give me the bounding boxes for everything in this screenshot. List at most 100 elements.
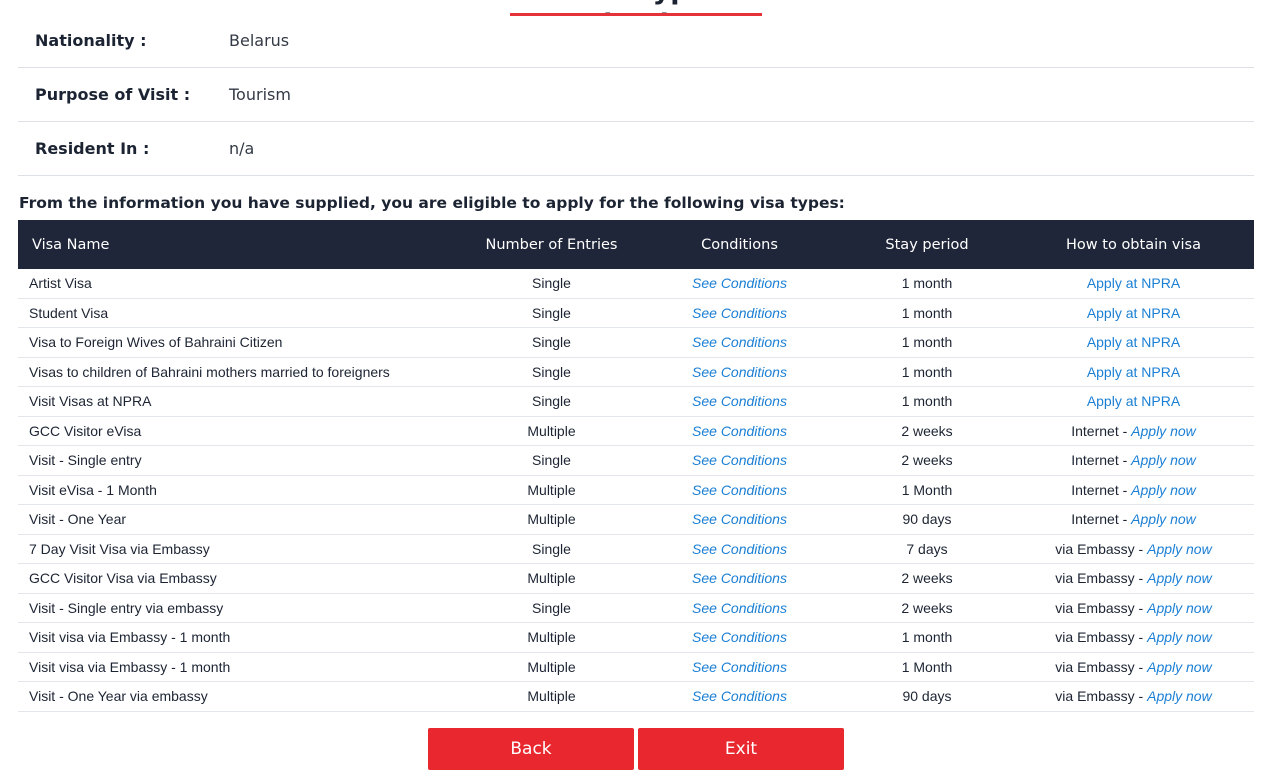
visa-name-cell: 7 Day Visit Visa via Embassy xyxy=(18,534,465,564)
apply-now-link[interactable]: Apply now xyxy=(1131,452,1196,468)
how-to-obtain-cell: Internet - Apply now xyxy=(1013,475,1254,505)
apply-now-link[interactable]: Apply now xyxy=(1147,600,1212,616)
table-row: Artist Visa Single See Conditions 1 month Ap… xyxy=(18,269,1254,299)
see-conditions-link[interactable]: See Conditions xyxy=(692,541,787,557)
apply-at-npra-link[interactable]: Apply at NPRA xyxy=(1087,334,1180,350)
visa-name-cell: Visa to Foreign Wives of Bahraini Citize… xyxy=(18,327,465,358)
visa-name-cell: Visit eVisa - 1 Month xyxy=(18,475,465,505)
how-to-obtain-cell: Apply at NPRA xyxy=(1013,357,1254,387)
apply-at-npra-link[interactable]: Apply at NPRA xyxy=(1087,275,1180,291)
entries-cell: Multiple xyxy=(465,504,638,535)
apply-now-link[interactable]: Apply now xyxy=(1147,688,1212,704)
table-row: Visas to children of Bahraini mothers ma… xyxy=(18,357,1254,387)
table-row: Visit - Single entry Single See Conditions… xyxy=(18,445,1254,476)
entries-cell: Single xyxy=(465,298,638,328)
entries-cell: Single xyxy=(465,593,638,623)
apply-at-npra-link[interactable]: Apply at NPRA xyxy=(1087,305,1180,321)
stay-period-cell: 1 Month xyxy=(841,652,1013,682)
column-header-stay-period: Stay period xyxy=(841,220,1013,269)
visa-name-cell: Visit - Single entry xyxy=(18,445,465,476)
stay-period-cell: 1 month xyxy=(841,622,1013,653)
how-to-obtain-cell: via Embassy - Apply now xyxy=(1013,681,1254,712)
obtain-method-text: via Embassy - xyxy=(1055,658,1148,675)
conditions-cell: See Conditions xyxy=(638,269,841,299)
entries-cell: Single xyxy=(465,534,638,564)
obtain-method-text: via Embassy - xyxy=(1055,570,1148,587)
resident-label: Resident In : xyxy=(35,139,150,158)
visa-name-cell: Visit visa via Embassy - 1 month xyxy=(18,652,465,682)
stay-period-cell: 90 days xyxy=(841,504,1013,535)
stay-period-cell: 1 month xyxy=(841,327,1013,358)
apply-at-npra-link[interactable]: Apply at NPRA xyxy=(1087,364,1180,380)
table-header-row: Visa Name Number of Entries Conditions S… xyxy=(18,220,1254,269)
apply-now-link[interactable]: Apply now xyxy=(1147,629,1212,645)
conditions-cell: See Conditions xyxy=(638,504,841,535)
see-conditions-link[interactable]: See Conditions xyxy=(692,305,787,321)
entries-cell: Single xyxy=(465,269,638,299)
visa-name-cell: Visit visa via Embassy - 1 month xyxy=(18,622,465,653)
stay-period-cell: 2 weeks xyxy=(841,416,1013,446)
see-conditions-link[interactable]: See Conditions xyxy=(692,600,787,616)
visa-name-cell: Artist Visa xyxy=(18,269,465,299)
purpose-label: Purpose of Visit : xyxy=(35,85,191,104)
conditions-cell: See Conditions xyxy=(638,475,841,505)
exit-button[interactable]: Exit xyxy=(638,728,844,770)
see-conditions-link[interactable]: See Conditions xyxy=(692,659,787,675)
apply-now-link[interactable]: Apply now xyxy=(1131,423,1196,439)
column-header-how-to-obtain: How to obtain visa xyxy=(1013,220,1254,269)
see-conditions-link[interactable]: See Conditions xyxy=(692,482,787,498)
purpose-value: Tourism xyxy=(229,85,291,104)
see-conditions-link[interactable]: See Conditions xyxy=(692,688,787,704)
see-conditions-link[interactable]: See Conditions xyxy=(692,511,787,527)
conditions-cell: See Conditions xyxy=(638,681,841,712)
back-button[interactable]: Back xyxy=(428,728,634,770)
see-conditions-link[interactable]: See Conditions xyxy=(692,393,787,409)
obtain-method-text: via Embassy - xyxy=(1055,599,1148,616)
see-conditions-link[interactable]: See Conditions xyxy=(692,452,787,468)
entries-cell: Multiple xyxy=(465,622,638,653)
table-row: 7 Day Visit Visa via Embassy Single See Co… xyxy=(18,534,1254,564)
nationality-value: Belarus xyxy=(229,31,290,50)
see-conditions-link[interactable]: See Conditions xyxy=(692,570,787,586)
how-to-obtain-cell: via Embassy - Apply now xyxy=(1013,534,1254,564)
stay-period-cell: 7 days xyxy=(841,534,1013,564)
column-header-visa-name: Visa Name xyxy=(18,220,465,269)
column-header-conditions: Conditions xyxy=(638,220,841,269)
conditions-cell: See Conditions xyxy=(638,593,841,623)
stay-period-cell: 1 Month xyxy=(841,475,1013,505)
visa-name-cell: Visas to children of Bahraini mothers ma… xyxy=(18,357,465,387)
how-to-obtain-cell: Apply at NPRA xyxy=(1013,298,1254,328)
conditions-cell: See Conditions xyxy=(638,445,841,476)
apply-now-link[interactable]: Apply now xyxy=(1147,541,1212,557)
table-row: Visa to Foreign Wives of Bahraini Citize… xyxy=(18,327,1254,358)
how-to-obtain-cell: Internet - Apply now xyxy=(1013,416,1254,446)
how-to-obtain-cell: via Embassy - Apply now xyxy=(1013,652,1254,682)
stay-period-cell: 2 weeks xyxy=(841,445,1013,476)
stay-period-cell: 1 month xyxy=(841,298,1013,328)
conditions-cell: See Conditions xyxy=(638,357,841,387)
apply-now-link[interactable]: Apply now xyxy=(1147,659,1212,675)
how-to-obtain-cell: via Embassy - Apply now xyxy=(1013,563,1254,594)
obtain-method-text: Internet - xyxy=(1071,481,1132,498)
see-conditions-link[interactable]: See Conditions xyxy=(692,629,787,645)
visa-name-cell: Visit - Single entry via embassy xyxy=(18,593,465,623)
stay-period-cell: 1 month xyxy=(841,357,1013,387)
how-to-obtain-cell: Internet - Apply now xyxy=(1013,504,1254,535)
apply-at-npra-link[interactable]: Apply at NPRA xyxy=(1087,393,1180,409)
see-conditions-link[interactable]: See Conditions xyxy=(692,423,787,439)
see-conditions-link[interactable]: See Conditions xyxy=(692,334,787,350)
visa-type-selection-page: Visa Type Selection Nationality : Belaru… xyxy=(0,0,1280,783)
conditions-cell: See Conditions xyxy=(638,386,841,417)
conditions-cell: See Conditions xyxy=(638,622,841,653)
see-conditions-link[interactable]: See Conditions xyxy=(692,364,787,380)
nationality-label: Nationality : xyxy=(35,31,147,50)
apply-now-link[interactable]: Apply now xyxy=(1131,482,1196,498)
visa-name-cell: Student Visa xyxy=(18,298,465,328)
apply-now-link[interactable]: Apply now xyxy=(1131,511,1196,527)
see-conditions-link[interactable]: See Conditions xyxy=(692,275,787,291)
obtain-method-text: via Embassy - xyxy=(1055,629,1148,646)
conditions-cell: See Conditions xyxy=(638,563,841,594)
table-row: GCC Visitor eVisa Multiple See Conditions 2… xyxy=(18,416,1254,446)
eligibility-message: From the information you have supplied, … xyxy=(19,194,845,212)
apply-now-link[interactable]: Apply now xyxy=(1147,570,1212,586)
